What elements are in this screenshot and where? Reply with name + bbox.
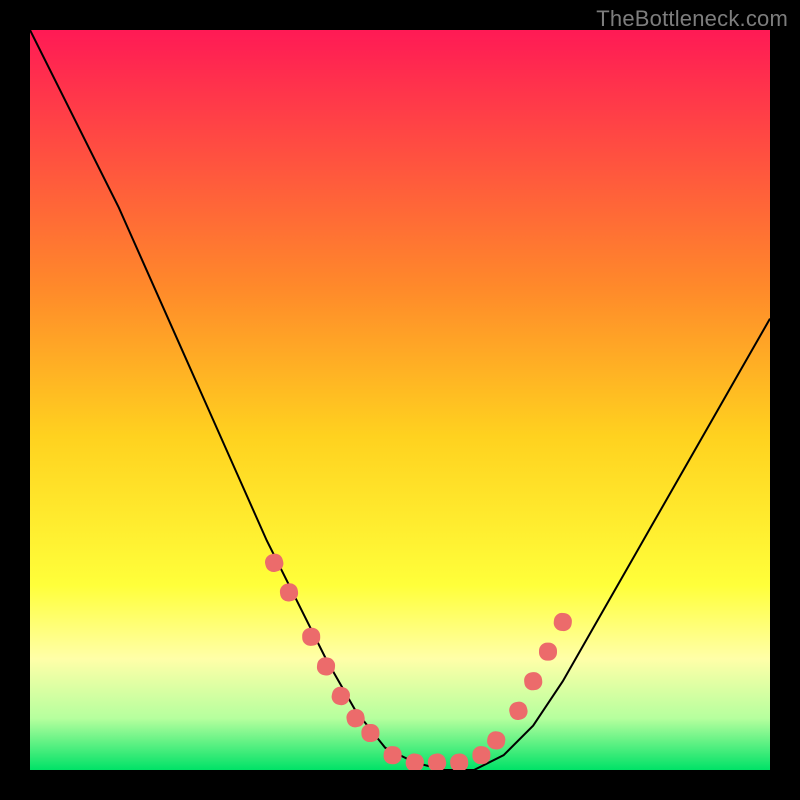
chart-frame: TheBottleneck.com — [0, 0, 800, 800]
marker-point — [472, 746, 491, 765]
watermark-text: TheBottleneck.com — [596, 6, 788, 32]
marker-point — [361, 724, 380, 743]
marker-point — [539, 643, 557, 661]
gradient-background — [30, 30, 770, 770]
plot-area — [30, 30, 770, 770]
marker-point — [302, 628, 320, 646]
chart-svg — [30, 30, 770, 770]
